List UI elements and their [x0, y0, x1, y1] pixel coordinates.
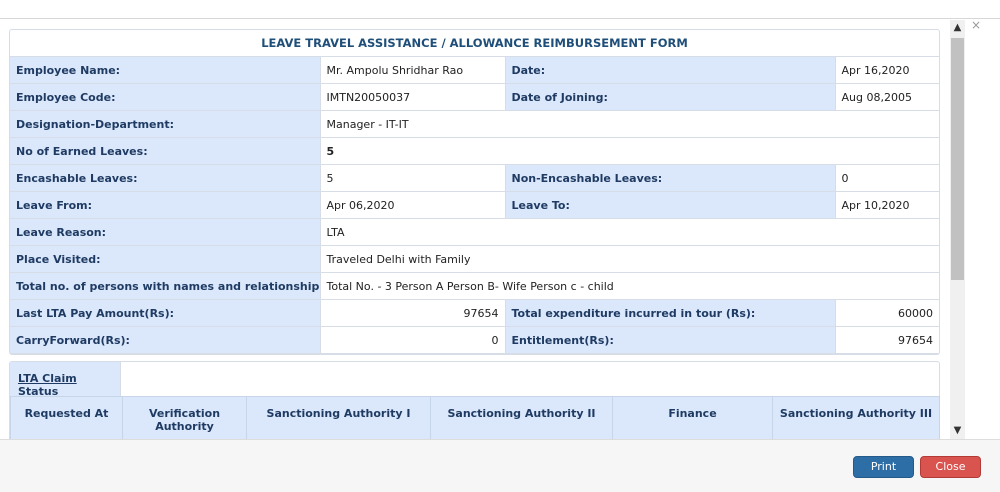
- non-encashable-value: 0: [834, 164, 939, 192]
- table-row: Leave From: Apr 06,2020 Leave To: Apr 10…: [10, 191, 939, 219]
- entitlement-label: Entitlement(Rs):: [504, 326, 836, 354]
- table-header-row: Requested At Verification Authority Sanc…: [10, 396, 940, 439]
- claim-status-table: Requested At Verification Authority Sanc…: [10, 396, 940, 439]
- earned-leaves-value: 5: [319, 137, 939, 165]
- non-encashable-label: Non-Encashable Leaves:: [504, 164, 836, 192]
- employee-code-label: Employee Code:: [10, 83, 321, 111]
- leave-reason-value: LTA: [319, 218, 939, 246]
- tab-label: LTA Claim Status: [18, 372, 77, 398]
- table-row: Last LTA Pay Amount(Rs): 97654 Total exp…: [10, 299, 939, 327]
- encashable-label: Encashable Leaves:: [10, 164, 321, 192]
- scroll-up-icon[interactable]: ▲: [950, 20, 965, 36]
- lta-form: LEAVE TRAVEL ASSISTANCE / ALLOWANCE REIM…: [9, 29, 940, 355]
- designation-label: Designation-Department:: [10, 110, 321, 138]
- form-title: LEAVE TRAVEL ASSISTANCE / ALLOWANCE REIM…: [10, 30, 939, 57]
- carry-label: CarryForward(Rs):: [10, 326, 321, 354]
- modal-body: LEAVE TRAVEL ASSISTANCE / ALLOWANCE REIM…: [0, 19, 966, 439]
- column-header: Sanctioning Authority II: [430, 396, 613, 439]
- persons-value: Total No. - 3 Person A Person B- Wife Pe…: [319, 272, 939, 300]
- table-row: Employee Name: Mr. Ampolu Shridhar Rao D…: [10, 57, 939, 84]
- close-icon[interactable]: ×: [970, 18, 982, 32]
- table-row: Employee Code: IMTN20050037 Date of Join…: [10, 83, 939, 111]
- modal-footer: Print Close: [0, 439, 1000, 492]
- place-label: Place Visited:: [10, 245, 321, 273]
- vertical-scrollbar[interactable]: ▲ ▼: [950, 20, 965, 439]
- column-header: Finance: [612, 396, 773, 439]
- earned-leaves-label: No of Earned Leaves:: [10, 137, 321, 165]
- table-row: CarryForward(Rs): 0 Entitlement(Rs): 976…: [10, 326, 939, 354]
- entitlement-value: 97654: [834, 326, 939, 354]
- table-row: No of Earned Leaves: 5: [10, 137, 939, 165]
- leave-from-label: Leave From:: [10, 191, 321, 219]
- tab-lta-claim-status[interactable]: LTA Claim Status: [10, 362, 121, 398]
- employee-name-label: Employee Name:: [10, 57, 321, 84]
- designation-value: Manager - IT-IT: [319, 110, 939, 138]
- encashable-value: 5: [319, 164, 506, 192]
- table-row: Place Visited: Traveled Delhi with Famil…: [10, 245, 939, 273]
- place-value: Traveled Delhi with Family: [319, 245, 939, 273]
- column-header: Sanctioning Authority I: [246, 396, 431, 439]
- table-row: Leave Reason: LTA: [10, 218, 939, 246]
- carry-value: 0: [319, 326, 506, 354]
- leave-to-value: Apr 10,2020: [834, 191, 939, 219]
- column-header: Verification Authority: [122, 396, 247, 439]
- date-label: Date:: [504, 57, 836, 84]
- date-value: Apr 16,2020: [834, 57, 939, 84]
- employee-code-value: IMTN20050037: [319, 83, 506, 111]
- close-button[interactable]: Close: [920, 456, 981, 478]
- scroll-thumb[interactable]: [951, 38, 964, 280]
- modal-header: [0, 0, 1000, 19]
- table-row: Total no. of persons with names and rela…: [10, 272, 939, 300]
- leave-reason-label: Leave Reason:: [10, 218, 321, 246]
- table-row: Designation-Department: Manager - IT-IT: [10, 110, 939, 138]
- leave-to-label: Leave To:: [504, 191, 836, 219]
- form-table: Employee Name: Mr. Ampolu Shridhar Rao D…: [10, 57, 939, 354]
- scroll-down-icon[interactable]: ▼: [950, 423, 965, 439]
- leave-from-value: Apr 06,2020: [319, 191, 506, 219]
- persons-label: Total no. of persons with names and rela…: [10, 272, 321, 300]
- table-row: Encashable Leaves: 5 Non-Encashable Leav…: [10, 164, 939, 192]
- print-button[interactable]: Print: [853, 456, 914, 478]
- doj-value: Aug 08,2005: [834, 83, 939, 111]
- expenditure-label: Total expenditure incurred in tour (Rs):: [504, 299, 836, 327]
- doj-label: Date of Joining:: [504, 83, 836, 111]
- claim-status-panel: LTA Claim Status Requested At Verificati…: [9, 361, 940, 439]
- last-lta-value: 97654: [319, 299, 506, 327]
- last-lta-label: Last LTA Pay Amount(Rs):: [10, 299, 321, 327]
- lta-modal: × LEAVE TRAVEL ASSISTANCE / ALLOWANCE RE…: [0, 0, 1000, 492]
- column-header: Requested At: [10, 396, 123, 439]
- employee-name-value: Mr. Ampolu Shridhar Rao: [319, 57, 506, 84]
- expenditure-value: 60000: [834, 299, 939, 327]
- column-header: Sanctioning Authority III: [772, 396, 940, 439]
